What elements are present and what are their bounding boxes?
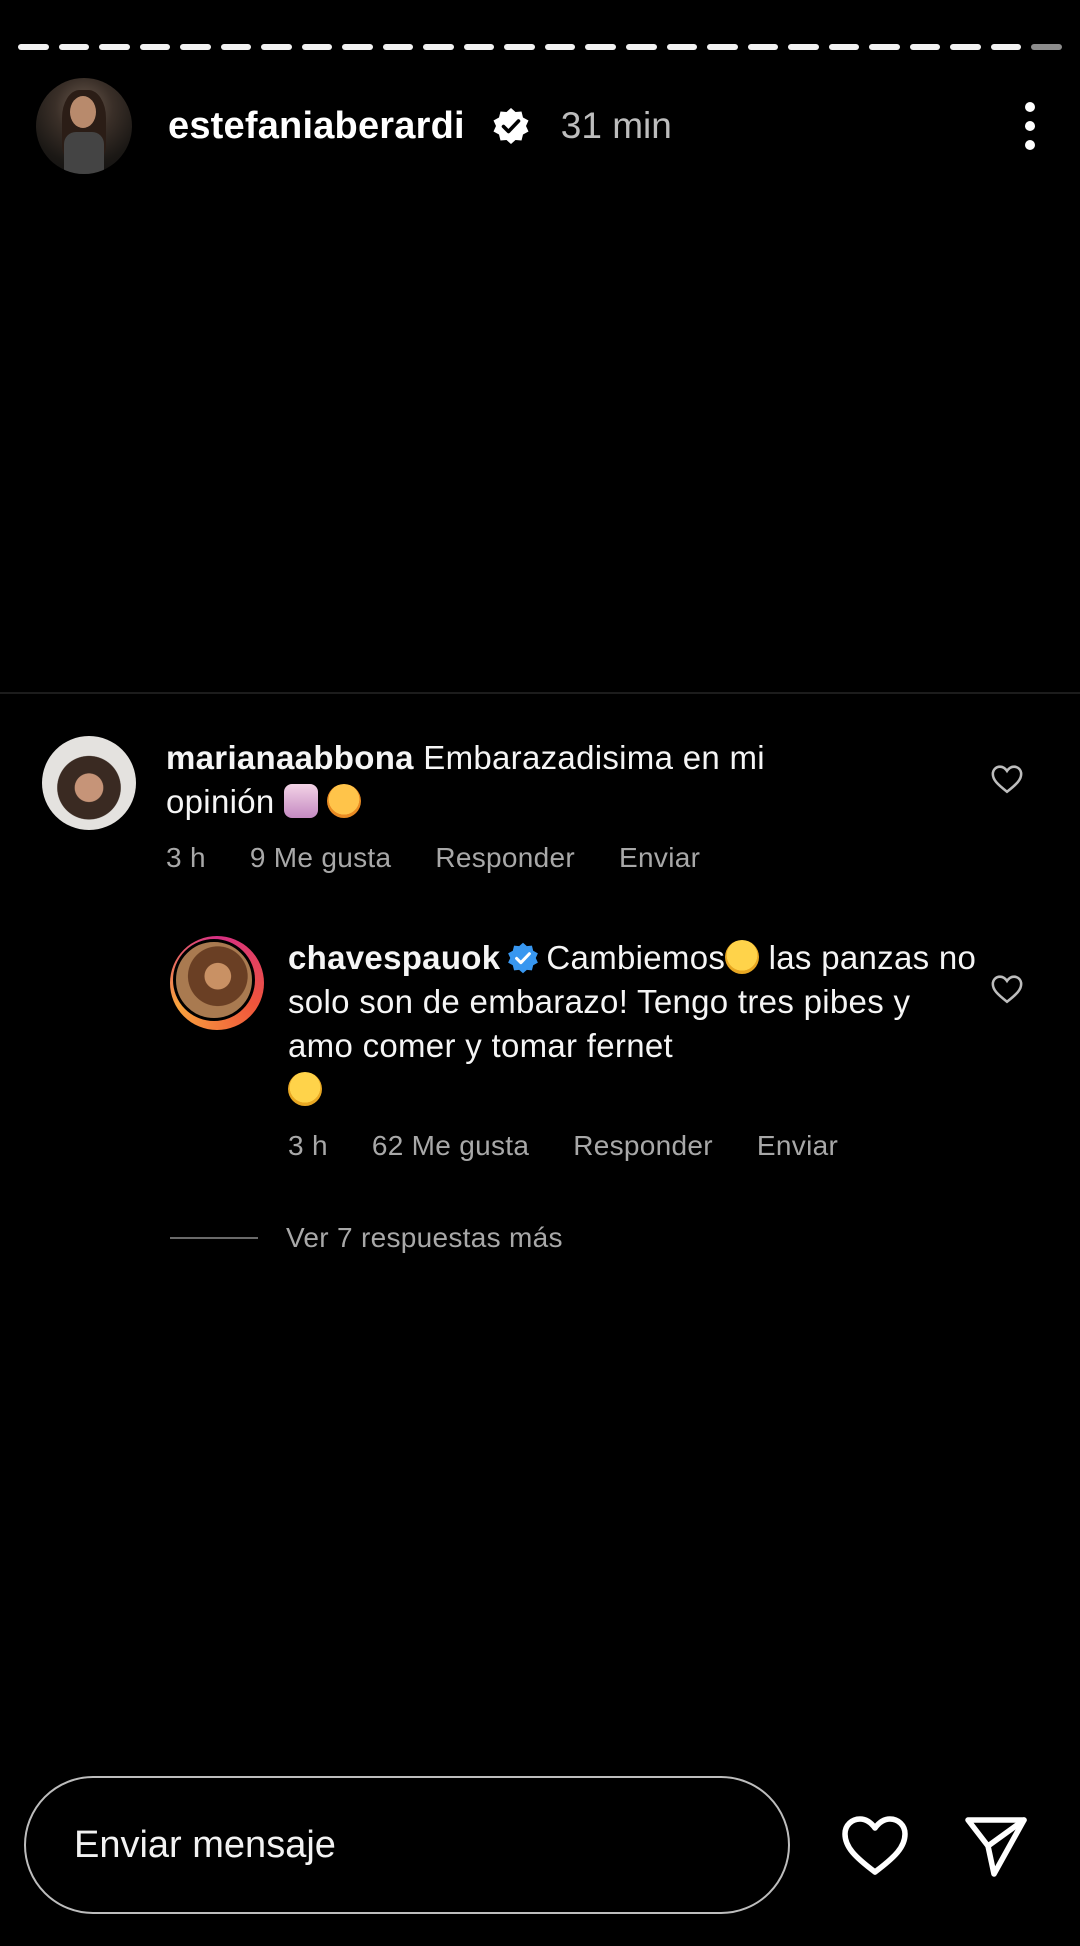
reply-item: chavespauok Cambiemos las panzas no solo… <box>170 936 978 1162</box>
view-more-replies[interactable]: Ver 7 respuestas más <box>170 1222 563 1254</box>
progress-segment <box>342 44 373 50</box>
progress-segment <box>423 44 454 50</box>
reply-send-button[interactable]: Enviar <box>757 1130 838 1162</box>
story-progress-bar <box>18 44 1062 50</box>
comment-item: marianaabbona Embarazadisima en mi opini… <box>42 736 826 874</box>
progress-segment <box>382 44 414 50</box>
progress-segment <box>220 44 252 50</box>
progress-segment <box>99 44 130 50</box>
progress-segment <box>788 44 819 50</box>
progress-segment <box>585 44 616 50</box>
comment-username[interactable]: marianaabbona <box>166 739 414 776</box>
progress-segment <box>869 44 900 50</box>
more-dots-icon <box>1025 102 1035 112</box>
comment-time: 3 h <box>166 842 206 873</box>
verified-badge-icon <box>508 942 539 974</box>
story-time: 31 min <box>560 105 672 146</box>
progress-segment <box>990 44 1022 50</box>
progress-segment <box>1031 44 1062 50</box>
send-button[interactable]: Enviar <box>619 842 700 874</box>
like-heart-icon[interactable] <box>990 762 1024 796</box>
reply-reply-button[interactable]: Responder <box>573 1130 713 1162</box>
verified-badge-icon <box>493 108 529 144</box>
message-input[interactable]: Enviar mensaje <box>24 1776 790 1914</box>
progress-segment <box>950 44 981 50</box>
view-more-replies-label: Ver 7 respuestas más <box>286 1222 563 1253</box>
story-header: estefaniaberardi 31 min <box>36 78 1050 174</box>
reply-time: 3 h <box>288 1130 328 1161</box>
progress-segment <box>58 44 90 50</box>
avatar[interactable] <box>36 78 132 174</box>
comment-meta: 3 h 9 Me gusta Responder Enviar <box>166 842 826 874</box>
laughing-emoji-icon <box>288 1072 322 1106</box>
comment-text: marianaabbona Embarazadisima en mi opini… <box>166 736 826 824</box>
progress-segment <box>301 44 333 50</box>
like-heart-icon[interactable] <box>990 972 1024 1006</box>
reply-likes[interactable]: 62 Me gusta <box>372 1130 529 1162</box>
progress-segment <box>18 44 49 50</box>
commenter-avatar[interactable] <box>42 736 136 830</box>
laughing-emoji-icon <box>725 940 760 974</box>
progress-segment <box>261 44 292 50</box>
progress-segment <box>909 44 941 50</box>
comment-likes[interactable]: 9 Me gusta <box>250 842 392 874</box>
progress-segment <box>463 44 495 50</box>
progress-segment <box>625 44 657 50</box>
reply-text: chavespauok Cambiemos las panzas no solo… <box>288 936 978 1112</box>
progress-segment <box>504 44 535 50</box>
reply-meta: 3 h 62 Me gusta Responder Enviar <box>288 1130 978 1162</box>
progress-segment <box>707 44 738 50</box>
progress-segment <box>747 44 779 50</box>
progress-segment <box>180 44 211 50</box>
like-heart-icon[interactable] <box>840 1814 910 1878</box>
smiling-hearts-emoji-icon <box>327 784 362 818</box>
more-options-button[interactable] <box>1010 96 1050 156</box>
send-icon[interactable] <box>962 1812 1030 1880</box>
story-username[interactable]: estefaniaberardi <box>168 105 465 148</box>
progress-segment <box>139 44 171 50</box>
divider <box>0 692 1080 694</box>
reply-username[interactable]: chavespauok <box>288 939 500 976</box>
reply-body-part1: Cambiemos <box>546 939 726 976</box>
replies-line <box>170 1237 258 1239</box>
progress-segment <box>544 44 576 50</box>
reply-button[interactable]: Responder <box>435 842 575 874</box>
message-input-placeholder: Enviar mensaje <box>74 1823 336 1866</box>
reply-avatar[interactable] <box>170 936 264 1030</box>
progress-segment <box>828 44 860 50</box>
progress-segment <box>666 44 698 50</box>
raised-hand-emoji-icon <box>284 784 318 818</box>
